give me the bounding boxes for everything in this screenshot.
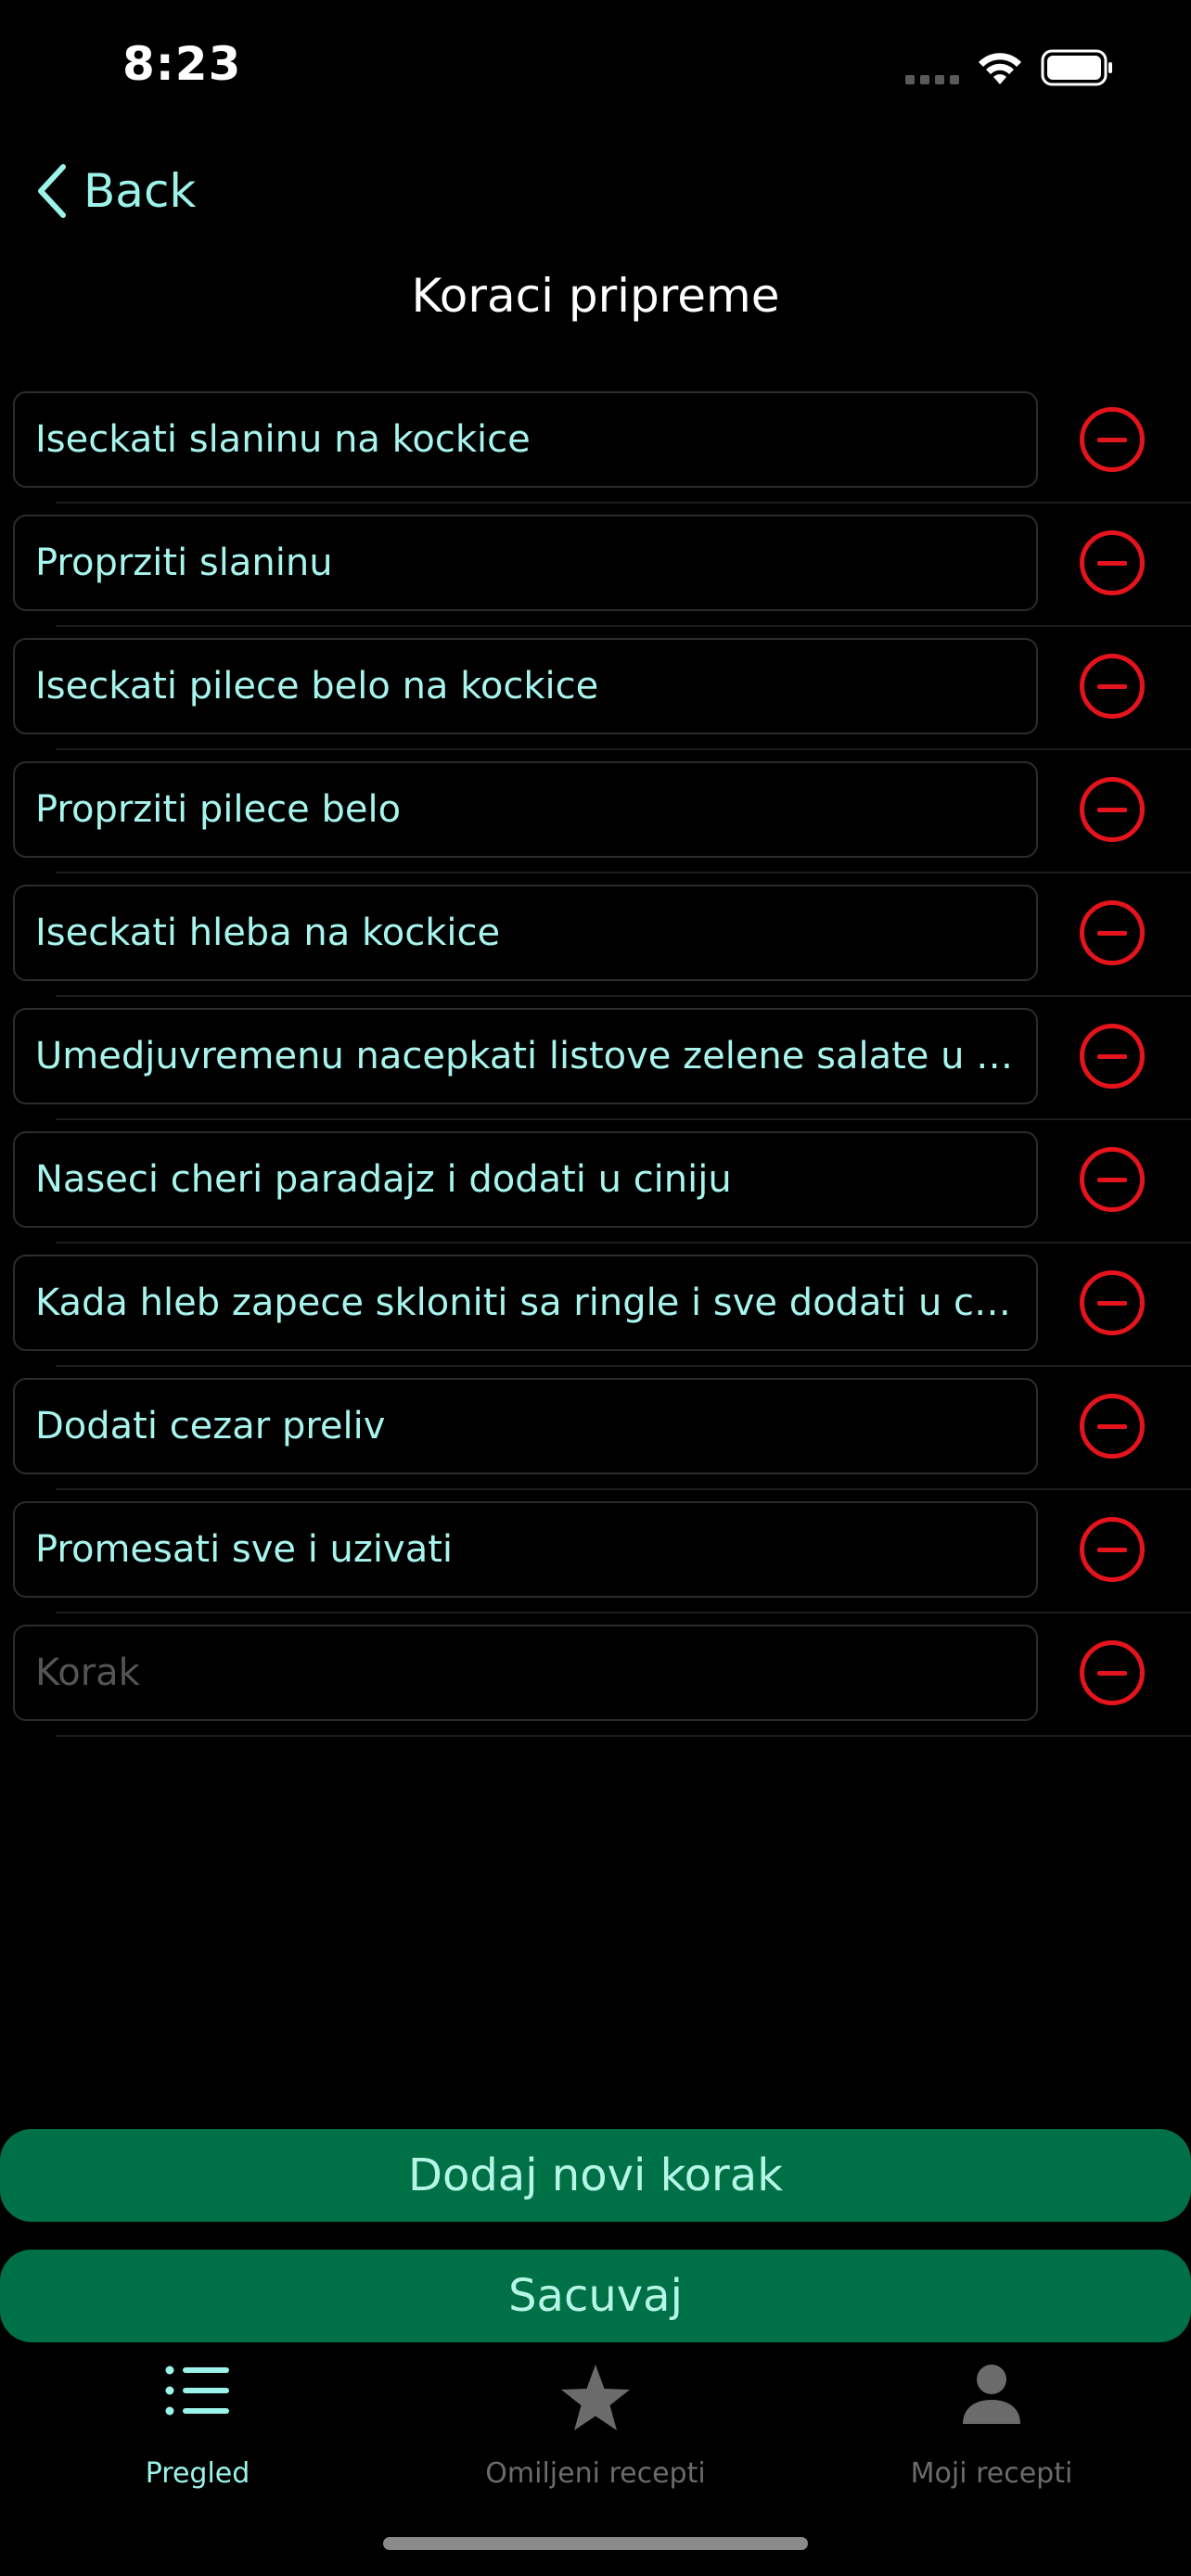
tab-bar: Pregled Omiljeni recepti Moji recepti [0, 2344, 1191, 2493]
remove-step-button[interactable] [1080, 530, 1145, 595]
tab-moji-recepti[interactable]: Moji recepti [806, 2344, 1177, 2493]
cellular-signal-icon [905, 51, 959, 84]
step-field[interactable] [13, 391, 1038, 488]
tab-label: Moji recepti [910, 2457, 1073, 2490]
row-divider [56, 1735, 1191, 1737]
step-field[interactable] [13, 1255, 1038, 1351]
row-divider [56, 1612, 1191, 1613]
list-item [0, 1131, 1191, 1255]
list-item [0, 1008, 1191, 1131]
home-indicator [383, 2537, 808, 2550]
remove-step-button[interactable] [1080, 654, 1145, 719]
remove-step-button[interactable] [1080, 1517, 1145, 1582]
remove-step-button[interactable] [1080, 407, 1145, 472]
status-icons [905, 45, 1115, 91]
step-field[interactable] [13, 638, 1038, 734]
remove-step-button[interactable] [1080, 1024, 1145, 1089]
row-divider [56, 995, 1191, 997]
step-field[interactable] [13, 885, 1038, 981]
list-icon [165, 2366, 229, 2416]
row-divider [56, 1118, 1191, 1120]
step-field[interactable] [13, 1501, 1038, 1598]
row-divider [56, 1365, 1191, 1367]
battery-icon [1041, 49, 1112, 86]
chevron-left-icon [38, 164, 66, 218]
status-time: 8:23 [122, 37, 242, 91]
list-item [0, 515, 1191, 638]
list-item [0, 391, 1191, 515]
remove-step-button[interactable] [1080, 1394, 1145, 1459]
remove-step-button[interactable] [1080, 1270, 1145, 1335]
step-field[interactable] [13, 761, 1038, 858]
remove-step-button[interactable] [1080, 900, 1145, 965]
list-item [0, 761, 1191, 885]
step-field[interactable] [13, 1131, 1038, 1228]
tab-pregled[interactable]: Pregled [12, 2344, 383, 2493]
person-icon [963, 2365, 1020, 2424]
save-button[interactable]: Sacuvaj [0, 2250, 1191, 2342]
tab-label: Pregled [145, 2457, 250, 2490]
new-step-field[interactable] [13, 1625, 1038, 1721]
list-item [0, 638, 1191, 761]
add-step-button[interactable]: Dodaj novi korak [0, 2129, 1191, 2222]
steps-list [0, 391, 1191, 1748]
step-field[interactable] [13, 1008, 1038, 1104]
row-divider [56, 625, 1191, 627]
row-divider [56, 502, 1191, 504]
row-divider [56, 1488, 1191, 1490]
back-label: Back [83, 164, 197, 218]
star-icon [561, 2365, 630, 2430]
remove-step-button[interactable] [1080, 1640, 1145, 1705]
page-title: Koraci pripreme [411, 269, 780, 323]
wifi-icon [979, 53, 1021, 84]
list-item [0, 885, 1191, 1008]
remove-step-button[interactable] [1080, 1147, 1145, 1212]
remove-step-button[interactable] [1080, 777, 1145, 842]
back-button[interactable]: Back [33, 158, 196, 224]
list-item [0, 1625, 1191, 1748]
row-divider [56, 748, 1191, 750]
step-field[interactable] [13, 515, 1038, 611]
row-divider [56, 872, 1191, 874]
list-item [0, 1501, 1191, 1625]
list-item [0, 1378, 1191, 1501]
screen: 8:23 Back Koraci pripreme Iseckati slani… [0, 0, 1191, 2576]
step-field[interactable] [13, 1378, 1038, 1474]
tab-omiljeni-recepti[interactable]: Omiljeni recepti [410, 2344, 781, 2493]
row-divider [56, 1242, 1191, 1243]
list-item [0, 1255, 1191, 1378]
tab-label: Omiljeni recepti [485, 2457, 706, 2490]
